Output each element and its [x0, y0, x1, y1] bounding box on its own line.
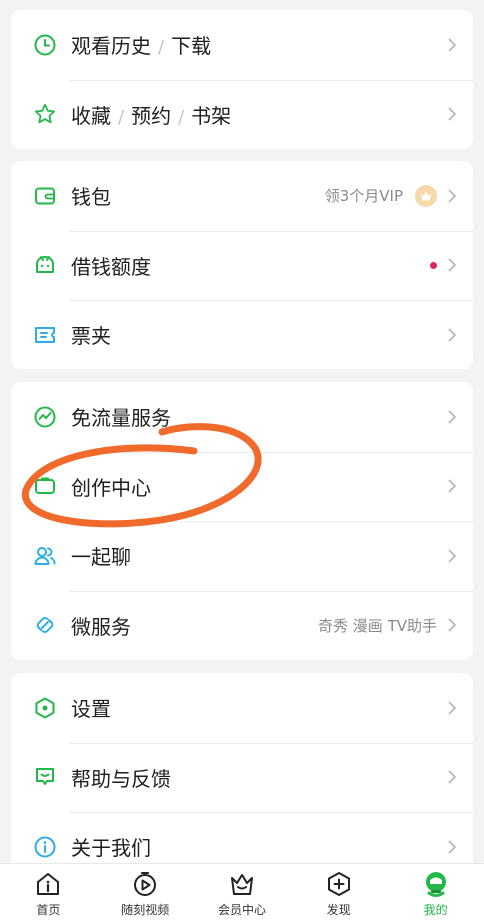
row-right — [437, 700, 457, 716]
tickets-label: 票夹 — [71, 324, 111, 349]
wave-icon — [33, 405, 57, 429]
link-icon — [33, 613, 57, 637]
loan-label: 借钱额度 — [71, 254, 151, 279]
ticket-icon — [33, 323, 57, 347]
nav-discover[interactable]: 发现 — [290, 864, 387, 920]
separator: / — [178, 106, 185, 128]
help-feedback-row[interactable]: 帮助与反馈 — [11, 742, 473, 813]
profile-avatar-icon — [422, 870, 450, 898]
info-icon — [33, 835, 57, 859]
menu-card-1: 观看历史 / 下载 收藏 / 预约 / 书架 — [11, 10, 473, 149]
wallet-label: 钱包 — [71, 185, 111, 210]
tickets-row[interactable]: 票夹 — [11, 300, 473, 369]
home-icon — [34, 870, 62, 898]
bookshelf-link[interactable]: 书架 — [191, 104, 231, 128]
chevron-right-icon — [447, 548, 457, 564]
download-link[interactable]: 下载 — [171, 34, 211, 58]
row-right — [437, 478, 457, 494]
data-free-row[interactable]: 免流量服务 — [11, 382, 473, 452]
separator: / — [158, 37, 165, 59]
chat-row[interactable]: 一起聊 — [11, 521, 473, 591]
reserve-link[interactable]: 预约 — [131, 104, 171, 128]
row-right — [430, 257, 457, 273]
row-right — [437, 106, 457, 122]
row-right — [437, 37, 457, 53]
chevron-right-icon — [447, 257, 457, 273]
favorite-link[interactable]: 收藏 — [71, 104, 111, 128]
row-right: 奇秀 漫画 TV助手 — [318, 615, 457, 636]
play-circle-icon — [131, 870, 159, 898]
separator: / — [118, 106, 125, 128]
history-link[interactable]: 观看历史 — [71, 34, 151, 58]
plus-hexagon-icon — [325, 870, 353, 898]
chevron-right-icon — [447, 327, 457, 343]
nav-mine[interactable]: 我的 — [387, 864, 484, 920]
nav-vip-label: 会员中心 — [217, 903, 266, 917]
help-feedback-label: 帮助与反馈 — [71, 766, 171, 791]
history-download-label: 观看历史 / 下载 — [71, 30, 437, 59]
bottom-nav: 首页 随刻视频 会员中心 发现 我的 — [0, 863, 484, 920]
row-right — [437, 769, 457, 785]
chat-label: 一起聊 — [71, 545, 131, 570]
row-right — [437, 548, 457, 564]
chevron-right-icon — [447, 188, 457, 204]
favorites-label: 收藏 / 预约 / 书架 — [71, 100, 437, 129]
chat-bubble-icon — [33, 765, 57, 789]
nav-moment-label: 随刻视频 — [121, 903, 170, 917]
chevron-right-icon — [447, 106, 457, 122]
creator-icon — [33, 474, 57, 498]
favorites-row[interactable]: 收藏 / 预约 / 书架 — [11, 79, 473, 150]
micro-service-shortcuts: 奇秀 漫画 TV助手 — [318, 616, 437, 635]
chevron-right-icon — [447, 700, 457, 716]
people-icon — [33, 544, 57, 568]
nav-vip[interactable]: 会员中心 — [194, 864, 291, 920]
crown-icon — [415, 184, 437, 207]
creator-center-label: 创作中心 — [71, 475, 151, 500]
row-right: 领3个月VIP — [324, 184, 457, 207]
settings-row[interactable]: 设置 — [11, 673, 473, 743]
vip-promo-text: 领3个月VIP — [324, 187, 403, 206]
row-right — [437, 409, 457, 425]
creator-center-row[interactable]: 创作中心 — [11, 451, 473, 522]
clock-icon — [33, 33, 57, 57]
about-label: 关于我们 — [71, 836, 151, 861]
micro-service-label: 微服务 — [71, 614, 131, 639]
nav-discover-label: 发现 — [326, 903, 351, 917]
nav-moment[interactable]: 随刻视频 — [97, 864, 194, 920]
chevron-right-icon — [447, 769, 457, 785]
hexagon-icon — [33, 696, 57, 720]
star-icon — [33, 102, 57, 126]
menu-card-3: 免流量服务 创作中心 一起聊 微服务 奇秀 漫画 TV助手 — [11, 382, 473, 660]
data-free-label: 免流量服务 — [71, 406, 171, 431]
chevron-right-icon — [447, 478, 457, 494]
crown-bag-icon — [228, 870, 256, 898]
chevron-right-icon — [447, 409, 457, 425]
settings-label: 设置 — [71, 697, 111, 722]
notification-dot — [430, 261, 437, 269]
history-download-row[interactable]: 观看历史 / 下载 — [11, 10, 473, 80]
nav-home[interactable]: 首页 — [0, 864, 97, 920]
chevron-right-icon — [447, 617, 457, 633]
wallet-row[interactable]: 钱包 领3个月VIP — [11, 161, 473, 231]
chevron-right-icon — [447, 839, 457, 855]
loan-icon — [33, 253, 57, 277]
menu-card-2: 钱包 领3个月VIP 借钱额度 票夹 — [11, 161, 473, 369]
row-right — [437, 839, 457, 855]
row-right — [437, 327, 457, 343]
chevron-right-icon — [447, 37, 457, 53]
loan-row[interactable]: 借钱额度 — [11, 230, 473, 301]
nav-mine-label: 我的 — [423, 903, 448, 917]
nav-home-label: 首页 — [36, 903, 61, 917]
wallet-icon — [33, 184, 57, 208]
micro-service-row[interactable]: 微服务 奇秀 漫画 TV助手 — [11, 590, 473, 661]
